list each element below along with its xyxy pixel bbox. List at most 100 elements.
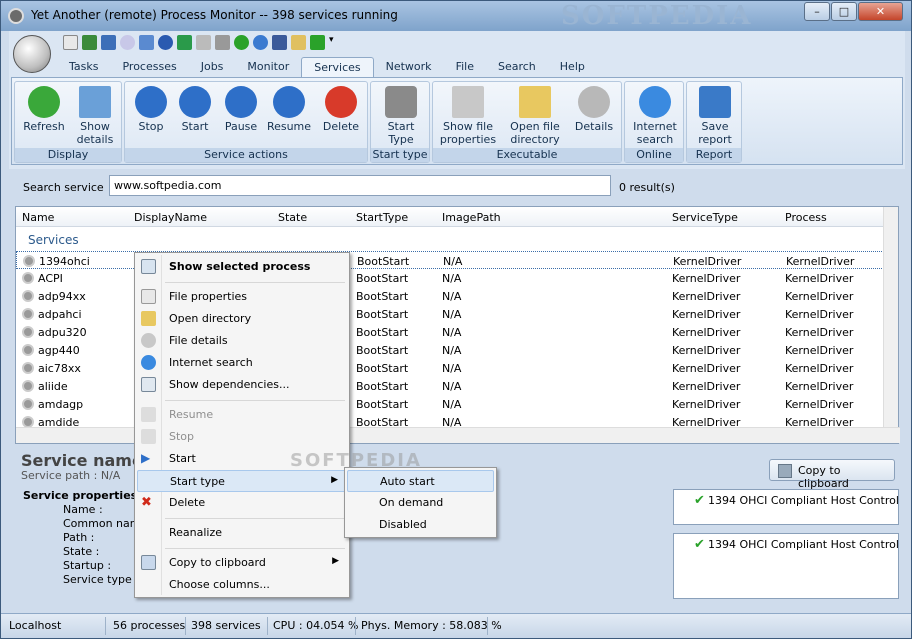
menu-show-dependencies[interactable]: Show dependencies... bbox=[137, 374, 347, 396]
submenu-on-demand[interactable]: On demand bbox=[347, 492, 494, 514]
tab-monitor[interactable]: Monitor bbox=[235, 57, 301, 77]
show-file-properties-button[interactable]: Show file properties bbox=[435, 86, 501, 146]
file-info-icon bbox=[452, 86, 484, 118]
cell-process: KernelDriver bbox=[785, 344, 854, 357]
properties-icon[interactable] bbox=[196, 35, 211, 50]
menu-file-details[interactable]: File details bbox=[137, 330, 347, 352]
document-icon[interactable] bbox=[63, 35, 78, 50]
menu-resume[interactable]: Resume bbox=[137, 404, 347, 426]
gear-icon bbox=[22, 308, 34, 320]
start-label: Start bbox=[181, 120, 209, 133]
pause-button[interactable]: Pause bbox=[219, 86, 263, 133]
group-online: Internet search Online bbox=[624, 81, 684, 163]
save-icon[interactable] bbox=[272, 35, 287, 50]
group-label-report: Report bbox=[687, 148, 741, 162]
stop-button[interactable]: Stop bbox=[129, 86, 173, 133]
column-displayname[interactable]: DisplayName bbox=[134, 211, 207, 224]
processes-icon[interactable] bbox=[82, 35, 97, 50]
check-icon[interactable] bbox=[310, 35, 325, 50]
column-servicetype[interactable]: ServiceType bbox=[672, 211, 738, 224]
copy-to-clipboard-button[interactable]: Copy to clipboard bbox=[769, 459, 895, 490]
cell-name: 1394ohci bbox=[39, 255, 90, 268]
tab-jobs[interactable]: Jobs bbox=[189, 57, 236, 77]
start-button[interactable]: Start bbox=[173, 86, 217, 133]
network-icon[interactable] bbox=[139, 35, 154, 50]
tab-processes[interactable]: Processes bbox=[110, 57, 188, 77]
cell-servicetype: KernelDriver bbox=[672, 308, 741, 321]
device-tree-1[interactable]: ✔ 1394 OHCI Compliant Host Controller bbox=[673, 489, 899, 525]
tab-services[interactable]: Services bbox=[301, 57, 374, 77]
target-icon[interactable] bbox=[120, 35, 135, 50]
menu-start-type[interactable]: Start type ▶ bbox=[137, 470, 347, 492]
app-menu-orb[interactable] bbox=[13, 35, 51, 73]
prop-startup-label: Startup : bbox=[63, 559, 112, 572]
delete-button[interactable]: Delete bbox=[319, 86, 363, 133]
column-name[interactable]: Name bbox=[22, 211, 54, 224]
menu-label: Open directory bbox=[169, 312, 252, 325]
minimize-button[interactable]: – bbox=[804, 2, 830, 21]
show-details-button[interactable]: Show details bbox=[69, 86, 121, 146]
cell-starttype: BootStart bbox=[356, 290, 409, 303]
details-button[interactable]: Details bbox=[569, 86, 619, 133]
column-process[interactable]: Process bbox=[785, 211, 827, 224]
column-starttype[interactable]: StartType bbox=[356, 211, 408, 224]
submenu-disabled[interactable]: Disabled bbox=[347, 514, 494, 536]
pause-label: Pause bbox=[224, 120, 258, 133]
resume-icon bbox=[273, 86, 305, 118]
menu-internet-search[interactable]: Internet search bbox=[137, 352, 347, 374]
group-service-actions: Stop Start Pause Resume Delete Service a… bbox=[124, 81, 368, 163]
globe-icon[interactable] bbox=[253, 35, 268, 50]
watermark-overlay: SOFTPEDIA bbox=[290, 450, 422, 471]
globe-icon bbox=[141, 355, 156, 370]
tab-network[interactable]: Network bbox=[374, 57, 444, 77]
menu-show-selected-process[interactable]: Show selected process bbox=[137, 256, 347, 278]
tab-file[interactable]: File bbox=[444, 57, 486, 77]
column-state[interactable]: State bbox=[278, 211, 307, 224]
maximize-button[interactable]: □ bbox=[831, 2, 857, 21]
pause-icon bbox=[141, 407, 156, 422]
play-icon: ▶ bbox=[141, 451, 151, 465]
close-button[interactable]: ✕ bbox=[858, 2, 903, 21]
grid-vertical-scrollbar[interactable] bbox=[883, 207, 898, 427]
save-report-button[interactable]: Save report bbox=[691, 86, 739, 146]
submenu-arrow-icon: ▶ bbox=[332, 556, 339, 566]
tab-help[interactable]: Help bbox=[548, 57, 597, 77]
submenu-auto-start[interactable]: Auto start bbox=[347, 470, 494, 492]
copy-icon[interactable] bbox=[291, 35, 306, 50]
tab-tasks[interactable]: Tasks bbox=[57, 57, 110, 77]
column-imagepath[interactable]: ImagePath bbox=[442, 211, 501, 224]
status-separator bbox=[267, 617, 268, 635]
tab-search[interactable]: Search bbox=[486, 57, 548, 77]
tree-item[interactable]: 1394 OHCI Compliant Host Controller bbox=[708, 538, 898, 551]
refresh-button[interactable]: Refresh bbox=[19, 86, 69, 133]
resume-button[interactable]: Resume bbox=[265, 86, 313, 133]
cell-imagepath: N/A bbox=[442, 380, 462, 393]
info-icon[interactable] bbox=[158, 35, 173, 50]
menu-choose-columns[interactable]: Choose columns... bbox=[137, 574, 347, 596]
cell-name: aic78xx bbox=[38, 362, 81, 375]
menu-file-properties[interactable]: File properties bbox=[137, 286, 347, 308]
menu-delete[interactable]: ✖ Delete bbox=[137, 492, 347, 514]
device-tree-2[interactable]: ✔ 1394 OHCI Compliant Host Controller bbox=[673, 533, 899, 599]
menu-copy-to-clipboard[interactable]: Copy to clipboard ▶ bbox=[137, 552, 347, 574]
menu-stop[interactable]: Stop bbox=[137, 426, 347, 448]
shield-icon[interactable] bbox=[177, 35, 192, 50]
search-input[interactable]: www.softpedia.com bbox=[109, 175, 611, 196]
status-host: Localhost bbox=[9, 619, 62, 632]
tree-item[interactable]: 1394 OHCI Compliant Host Controller bbox=[708, 494, 898, 507]
start-type-button[interactable]: Start Type bbox=[377, 86, 425, 146]
cell-starttype: BootStart bbox=[356, 380, 409, 393]
title-bar[interactable]: Yet Another (remote) Process Monitor -- … bbox=[1, 1, 911, 31]
menu-separator bbox=[165, 548, 345, 549]
stack-icon[interactable] bbox=[215, 35, 230, 50]
chevron-down-icon[interactable]: ▾ bbox=[329, 35, 337, 50]
copy-icon bbox=[141, 555, 156, 570]
monitor-icon[interactable] bbox=[101, 35, 116, 50]
grid-header: Name DisplayName State StartType ImagePa… bbox=[16, 207, 884, 227]
menu-open-directory[interactable]: Open directory bbox=[137, 308, 347, 330]
open-file-directory-button[interactable]: Open file directory bbox=[503, 86, 567, 146]
add-icon[interactable] bbox=[234, 35, 249, 50]
menu-reanalize[interactable]: Reanalize bbox=[137, 522, 347, 544]
status-processes: 56 processes bbox=[113, 619, 186, 632]
internet-search-button[interactable]: Internet search bbox=[629, 86, 681, 146]
